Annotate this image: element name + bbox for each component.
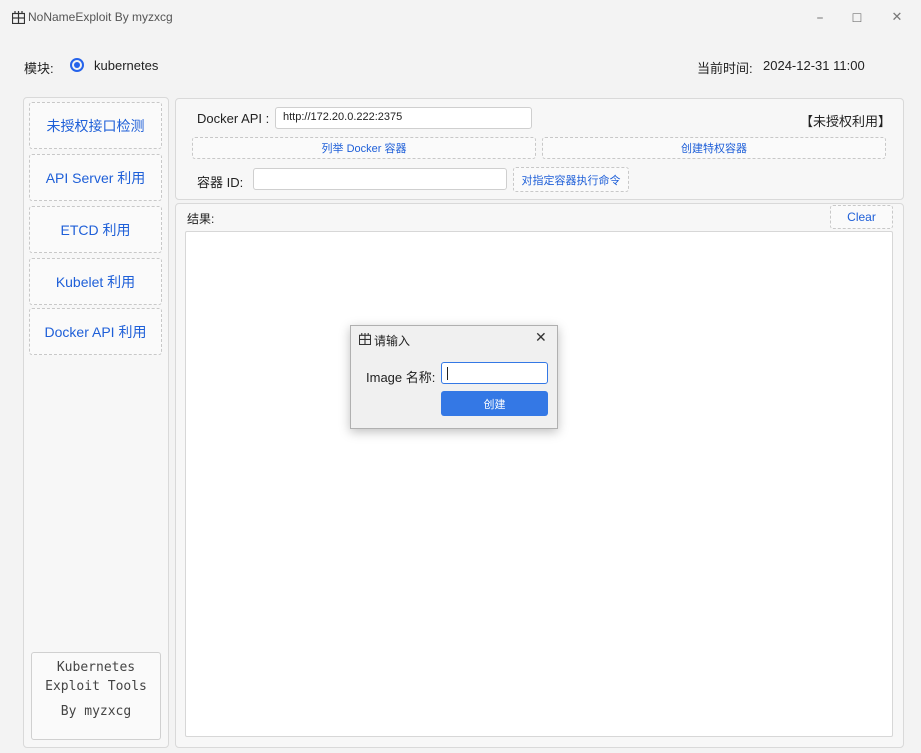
text-cursor <box>447 367 448 380</box>
sidebar-item-etcd[interactable]: ETCD 利用 <box>29 206 162 253</box>
window-title: NoNameExploit By myzxcg <box>28 10 173 24</box>
sidebar-item-unauth-detect[interactable]: 未授权接口检测 <box>29 102 162 149</box>
maximize-button[interactable]: ☐ <box>847 8 867 28</box>
module-option-kubernetes[interactable]: kubernetes <box>94 58 158 73</box>
list-containers-button[interactable]: 列举 Docker 容器 <box>192 137 536 159</box>
credit-line: Exploit Tools <box>45 679 147 694</box>
sidebar-item-docker-api[interactable]: Docker API 利用 <box>29 308 162 355</box>
results-output[interactable] <box>185 231 893 737</box>
module-label: 模块: <box>24 61 54 76</box>
create-privileged-container-button[interactable]: 创建特权容器 <box>542 137 886 159</box>
results-label: 结果: <box>187 212 215 226</box>
app-icon <box>359 333 371 345</box>
close-button[interactable]: ✕ <box>887 8 907 28</box>
exec-command-button[interactable]: 对指定容器执行命令 <box>513 167 629 192</box>
container-id-label: 容器 ID: <box>197 175 244 190</box>
minimize-button[interactable]: – <box>810 8 830 28</box>
clock-label: 当前时间: <box>697 61 753 76</box>
radio-dot-icon <box>74 62 80 68</box>
dialog-title: 请输入 <box>374 334 411 348</box>
docker-api-input[interactable]: http://172.20.0.222:2375 <box>275 107 532 129</box>
create-button[interactable]: 创建 <box>441 391 548 416</box>
image-name-input[interactable] <box>441 362 548 384</box>
dialog-close-icon[interactable]: ✕ <box>535 330 547 346</box>
credit-line: By myzxcg <box>60 704 132 719</box>
unauth-badge: 【未授权利用】 <box>800 114 892 129</box>
title-bar: NoNameExploit By myzxcg – ☐ ✕ <box>0 0 921 36</box>
sidebar-item-kubelet[interactable]: Kubelet 利用 <box>29 258 162 305</box>
credit-box: Kubernetes Exploit Tools By myzxcg <box>31 652 161 740</box>
container-id-input[interactable] <box>253 168 507 190</box>
app-icon <box>12 11 25 24</box>
credit-line: Kubernetes <box>56 660 136 675</box>
sidebar-item-api-server[interactable]: API Server 利用 <box>29 154 162 201</box>
image-name-label: Image 名称: <box>366 370 436 385</box>
docker-api-label: Docker API : <box>197 111 270 126</box>
clock-value: 2024-12-31 11:00 <box>763 58 865 73</box>
clear-button[interactable]: Clear <box>830 205 893 229</box>
